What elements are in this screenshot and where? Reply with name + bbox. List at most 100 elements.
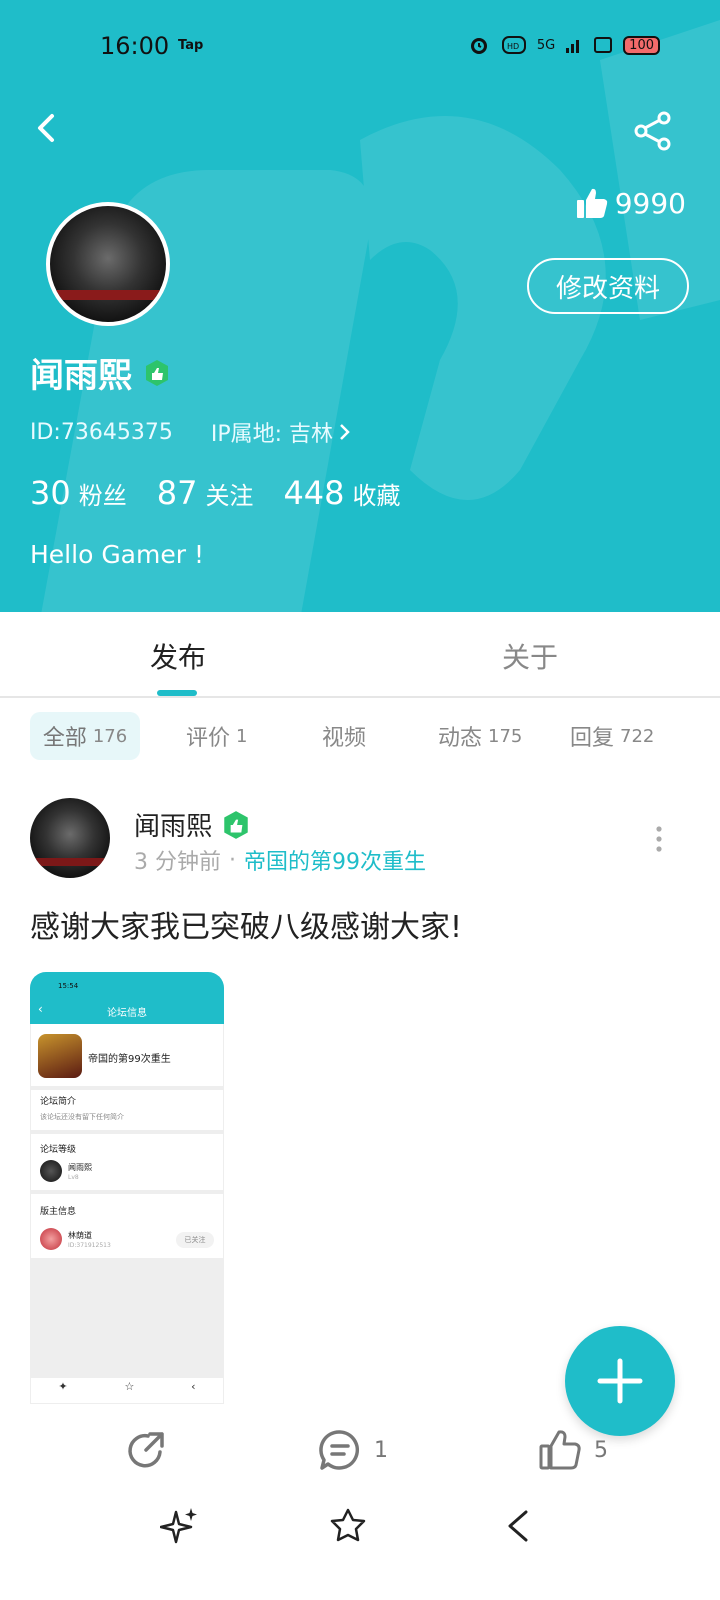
thumb-nav: ✦ ☆ ‹ xyxy=(30,1380,224,1393)
more-options-icon[interactable] xyxy=(654,826,664,852)
thumb-game-icon xyxy=(38,1034,82,1078)
thumb-follow-button: 已关注 xyxy=(176,1232,214,1248)
profile-header: 16:00 Tap HD 5G 100 9990 修改资料 闻雨熙 ID:736… xyxy=(0,0,720,612)
profile-likes: 9990 xyxy=(575,186,686,220)
avatar-art xyxy=(30,858,110,866)
back-nav-icon[interactable] xyxy=(498,1504,538,1548)
status-time: 16:00 xyxy=(100,32,170,60)
comment-icon xyxy=(319,1430,360,1470)
filter-label: 回复 xyxy=(570,726,615,751)
thumb-admin-id: ID:371912513 xyxy=(68,1242,111,1249)
thumbs-up-outline-icon xyxy=(539,1430,581,1470)
thumb-divider xyxy=(30,1190,224,1194)
hd-icon: HD xyxy=(501,36,526,54)
like-button[interactable]: 5 xyxy=(538,1428,608,1472)
meta-separator: · xyxy=(229,847,236,873)
filter-label: 动态 xyxy=(438,726,483,751)
thumb-user-name: 闻雨熙 xyxy=(68,1163,92,1172)
profile-username: 闻雨熙 xyxy=(30,356,132,396)
stat-favorites[interactable]: 448 收藏 xyxy=(283,474,400,512)
post-author-name[interactable]: 闻雨熙 xyxy=(134,806,212,843)
thumb-header: 15:54 ‹ 论坛信息 xyxy=(30,972,224,1024)
stat-following[interactable]: 87 关注 xyxy=(157,474,254,512)
filter-count: 1 xyxy=(236,725,248,747)
thumb-title: 论坛信息 xyxy=(107,1008,147,1019)
thumb-star-icon: ☆ xyxy=(124,1380,135,1393)
thumbs-up-icon xyxy=(576,188,607,218)
likes-count: 9990 xyxy=(614,186,686,220)
stat-label: 收藏 xyxy=(352,482,401,510)
thumb-time: 15:54 xyxy=(58,982,79,990)
ip-location-link[interactable]: IP属地: 吉林 xyxy=(211,416,351,448)
create-post-button[interactable] xyxy=(565,1326,675,1436)
comment-count: 1 xyxy=(374,1437,388,1463)
comment-button[interactable]: 1 xyxy=(318,1428,388,1472)
thumb-admin-name: 林荫道 xyxy=(68,1231,92,1240)
filter-count: 175 xyxy=(488,725,523,747)
tab-about[interactable]: 关于 xyxy=(502,636,558,676)
stat-number: 448 xyxy=(283,474,345,512)
thumb-level-title: 论坛等级 xyxy=(40,1145,77,1155)
filter-label: 评价 xyxy=(186,726,231,751)
profile-stats: 30 粉丝 87 关注 448 收藏 xyxy=(30,474,401,512)
post-meta: 3 分钟前 · 帝国的第99次重生 xyxy=(134,844,426,876)
filter-chips: 全部 176 评价 1 视频 动态 175 回复 722 xyxy=(30,712,690,760)
thumb-empty-area xyxy=(30,1258,224,1378)
signal-icon xyxy=(566,40,580,53)
share-icon[interactable] xyxy=(632,110,674,152)
verified-badge-icon xyxy=(224,810,248,839)
post-author-avatar[interactable] xyxy=(30,798,110,878)
post-forum-link[interactable]: 帝国的第99次重生 xyxy=(244,844,426,876)
profile-username-row: 闻雨熙 xyxy=(30,348,172,397)
svg-text:HD: HD xyxy=(507,42,519,51)
stat-number: 30 xyxy=(30,474,71,512)
home-nav-icon[interactable] xyxy=(328,1504,368,1548)
avatar-art xyxy=(50,290,166,300)
sparkle-nav-icon[interactable] xyxy=(160,1504,200,1548)
thumb-game-name: 帝国的第99次重生 xyxy=(88,1054,171,1065)
back-icon[interactable] xyxy=(28,108,68,148)
profile-bio: Hello Gamer ! xyxy=(30,540,204,569)
filter-reviews[interactable]: 评价 1 xyxy=(186,712,247,760)
status-icons: HD 5G 100 xyxy=(467,33,660,57)
tab-indicator xyxy=(157,690,197,696)
stat-followers[interactable]: 30 粉丝 xyxy=(30,474,127,512)
tab-post[interactable]: 发布 xyxy=(150,636,206,676)
thumb-user-level: Lv8 xyxy=(68,1174,79,1181)
filter-videos[interactable]: 视频 xyxy=(322,712,366,760)
filter-count: 176 xyxy=(92,725,128,747)
filter-all[interactable]: 全部 176 xyxy=(30,712,140,760)
thumb-admin-title: 版主信息 xyxy=(40,1207,77,1217)
filter-replies[interactable]: 回复 722 xyxy=(570,712,654,760)
status-bar: 16:00 Tap HD 5G 100 xyxy=(0,0,720,90)
stat-label: 关注 xyxy=(205,482,254,510)
post-text: 感谢大家我已突破八级感谢大家! xyxy=(30,910,463,945)
filter-moments[interactable]: 动态 175 xyxy=(438,712,522,760)
tap-indicator: Tap xyxy=(178,38,204,53)
thumb-sparkle-icon: ✦ xyxy=(58,1380,68,1393)
thumb-back-nav-icon: ‹ xyxy=(191,1380,196,1393)
stat-number: 87 xyxy=(156,474,198,512)
alarm-icon xyxy=(470,38,487,54)
system-navigation xyxy=(0,1500,720,1560)
share-post-button[interactable] xyxy=(124,1428,168,1472)
plus-icon xyxy=(597,1358,643,1404)
chevron-right-icon xyxy=(340,424,350,440)
post-actions: 1 5 xyxy=(0,1428,720,1478)
post-time: 3 分钟前 xyxy=(134,850,221,875)
edit-profile-button[interactable]: 修改资料 xyxy=(527,258,689,314)
battery-indicator: 100 xyxy=(623,35,660,55)
stat-label: 粉丝 xyxy=(78,482,127,510)
thumb-divider xyxy=(30,1130,224,1134)
profile-avatar[interactable] xyxy=(46,202,170,326)
thumb-admin-avatar xyxy=(40,1228,62,1250)
wifi-icon xyxy=(594,37,613,53)
post-image[interactable]: 15:54 ‹ 论坛信息 帝国的第99次重生 论坛简介 该论坛还没有留下任何简介… xyxy=(30,972,224,1404)
thumb-intro-title: 论坛简介 xyxy=(40,1097,77,1107)
thumb-divider xyxy=(30,1086,224,1090)
ip-location: IP属地: 吉林 xyxy=(210,422,333,447)
filter-label: 视频 xyxy=(322,726,367,751)
profile-meta: ID:73645375 IP属地: 吉林 xyxy=(30,416,351,448)
filter-count: 722 xyxy=(620,725,655,747)
like-count: 5 xyxy=(594,1437,608,1463)
